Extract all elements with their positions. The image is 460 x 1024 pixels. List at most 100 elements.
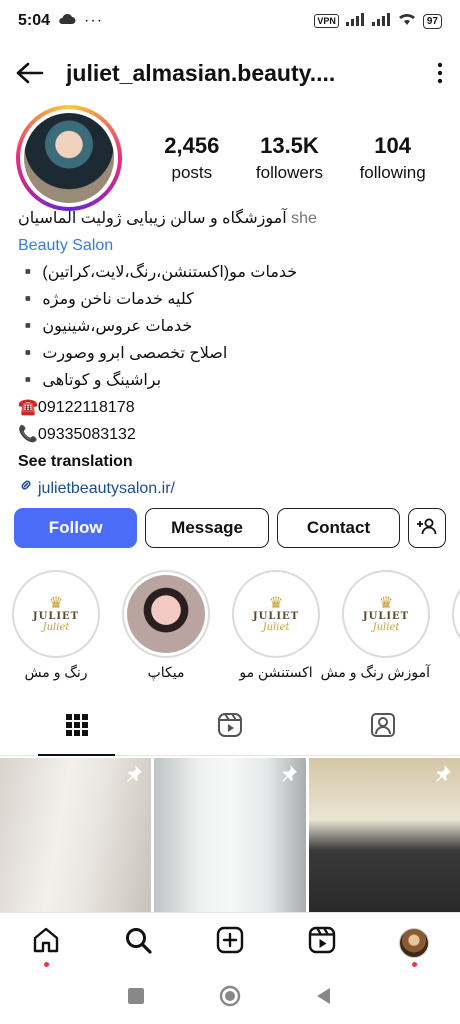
nav-create[interactable]: [210, 923, 250, 963]
highlight-label: اکستنشن مو: [239, 664, 313, 680]
profile-bio: آموزشگاه و سالن زیبایی ژولیت الماسیان sh…: [18, 205, 442, 502]
status-right: VPN 97: [314, 12, 442, 31]
status-time: 5:04: [18, 12, 51, 29]
add-user-button[interactable]: [408, 508, 446, 548]
highlight-signature: Juliet: [42, 622, 70, 633]
back-button[interactable]: [315, 987, 333, 1010]
profile-summary: 2,456 posts 13.5K followers 104 followin…: [16, 105, 444, 211]
bio-line: اصلاح تخصصی ابرو وصورت ▪️: [18, 345, 228, 362]
more-options-icon[interactable]: [436, 62, 444, 84]
contact-button[interactable]: Contact: [276, 508, 401, 548]
bio-website-link[interactable]: julietbeautysalon.ir/: [18, 475, 442, 502]
bio-line: خدمات مو(اکستنشن،رنگ،لایت،کراتین) ▪️: [18, 264, 298, 281]
avatar-border: [20, 109, 118, 207]
highlight-item[interactable]: ♛ JULIET Juliet رنگ و مش: [12, 570, 100, 690]
following-count: 104: [374, 133, 411, 158]
crown-icon: ♛: [378, 593, 394, 612]
website-url: julietbeautysalon.ir/: [38, 480, 175, 497]
post-thumbnail[interactable]: [308, 758, 460, 912]
system-navigation: [0, 972, 460, 1024]
highlight-ring: [452, 570, 460, 658]
profile-avatar: [399, 927, 429, 958]
phone-number-2[interactable]: 📞09335083132: [18, 421, 442, 448]
see-translation-link[interactable]: See translation: [18, 448, 442, 475]
highlight-brand: JULIET: [252, 611, 300, 622]
home-button[interactable]: [219, 985, 241, 1012]
highlight-cover: ♛ JULIET Juliet: [347, 575, 425, 653]
vpn-badge: VPN: [314, 14, 339, 28]
highlight-item[interactable]: ♛ JULIET Juliet اکستنشن مو: [232, 570, 320, 690]
nav-reels[interactable]: [302, 923, 342, 963]
recents-button[interactable]: [127, 987, 145, 1010]
nav-profile[interactable]: [394, 923, 434, 967]
story-highlights: ♛ JULIET Juliet رنگ و مش میکاپ ♛ JULIET …: [12, 570, 460, 690]
tagged-icon: [370, 712, 396, 743]
posts-label: posts: [171, 163, 213, 182]
back-arrow-icon[interactable]: [16, 62, 44, 84]
story-ring[interactable]: [16, 105, 122, 211]
phone-number-1[interactable]: ☎️09122118178: [18, 394, 442, 421]
highlight-ring: ♛ JULIET Juliet: [12, 570, 100, 658]
follow-button[interactable]: Follow: [14, 508, 138, 548]
post-thumbnail[interactable]: [0, 758, 152, 912]
crown-icon: ♛: [48, 593, 64, 612]
more-notifications-icon: ···: [84, 12, 104, 29]
following-stat[interactable]: 104 following: [360, 133, 426, 183]
bottom-navigation: [0, 912, 460, 972]
home-icon: [32, 926, 60, 959]
tab-posts-grid[interactable]: [0, 700, 153, 756]
highlight-item[interactable]: ♛ JULIET Juliet آموزش رنگ و مش: [321, 570, 430, 690]
pin-icon: [280, 764, 298, 787]
posts-stat[interactable]: 2,456 posts: [164, 133, 219, 183]
posts-grid: [0, 758, 460, 912]
message-button[interactable]: Message: [145, 508, 269, 548]
highlight-brand: JULIET: [32, 611, 80, 622]
highlight-signature: Juliet: [262, 622, 290, 633]
highlight-cover: ♛ JULIET Juliet: [237, 575, 315, 653]
tab-reels[interactable]: [153, 700, 306, 755]
highlight-cover: [127, 575, 205, 653]
profile-tabs: [0, 700, 460, 756]
wifi-icon: [397, 12, 417, 31]
crown-icon: ♛: [268, 593, 284, 612]
link-icon: [18, 475, 34, 502]
highlight-item[interactable]: M: [452, 570, 460, 690]
profile-display-name: آموزشگاه و سالن زیبایی ژولیت الماسیان: [18, 210, 287, 227]
highlight-cover: ♛ JULIET Juliet: [17, 575, 95, 653]
bio-name-row: آموزشگاه و سالن زیبایی ژولیت الماسیان sh…: [18, 205, 442, 232]
highlight-brand: JULIET: [362, 611, 410, 622]
highlight-label: رنگ و مش: [24, 664, 88, 680]
signal-icon-2: [371, 12, 391, 31]
reels-icon: [217, 712, 243, 743]
status-bar: 5:04 ··· VPN 97: [0, 0, 460, 42]
status-left: 5:04 ···: [18, 12, 103, 30]
add-user-icon: [416, 517, 438, 540]
create-icon: [216, 926, 244, 959]
profile-pronoun: she: [291, 210, 317, 227]
followers-stat[interactable]: 13.5K followers: [256, 133, 323, 183]
nav-search[interactable]: [118, 923, 158, 963]
pin-icon: [434, 764, 452, 787]
bio-line: خدمات عروس،شینیون ▪️: [18, 318, 193, 335]
search-icon: [124, 926, 152, 959]
profile-stats: 2,456 posts 13.5K followers 104 followin…: [146, 133, 444, 183]
profile-header: juliet_almasian.beauty....: [0, 46, 460, 100]
highlight-label: میکاپ: [147, 664, 185, 680]
profile-username: juliet_almasian.beauty....: [66, 59, 336, 86]
highlight-label: M: [452, 664, 460, 680]
grid-icon: [65, 713, 89, 742]
cloud-icon: [58, 12, 76, 30]
profile-category[interactable]: Beauty Salon: [18, 232, 442, 259]
post-thumbnail[interactable]: [154, 758, 306, 912]
following-label: following: [359, 163, 426, 182]
avatar: [24, 113, 114, 203]
tab-tagged[interactable]: [307, 700, 460, 755]
highlight-item[interactable]: میکاپ: [122, 570, 210, 690]
bio-line: براشینگ و کوتاهی ▪️: [18, 372, 162, 389]
bio-line: کلیه خدمات ناخن ومژه ▪️: [18, 291, 194, 308]
highlight-ring: [122, 570, 210, 658]
profile-actions: Follow Message Contact: [14, 508, 446, 548]
reels-icon: [308, 926, 336, 959]
highlight-ring: ♛ JULIET Juliet: [232, 570, 320, 658]
nav-home[interactable]: [26, 923, 66, 967]
